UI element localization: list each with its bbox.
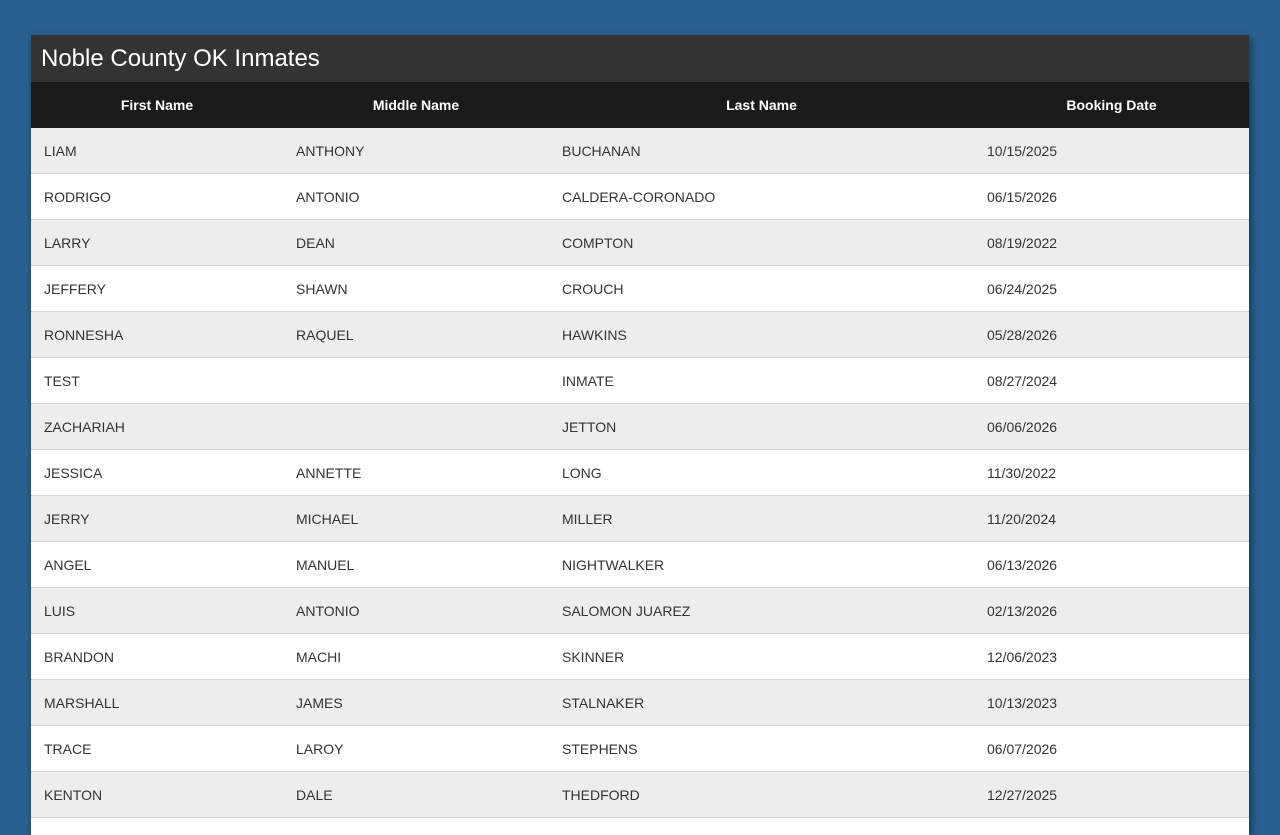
middle-name-cell: MANUEL [283,541,549,588]
table-row[interactable]: RONNESHA RAQUEL HAWKINS 05/28/2026 [31,311,1249,358]
middle-name-cell: ANTONIO [283,587,549,634]
table-row[interactable]: LIAM ANTHONY BUCHANAN 10/15/2025 [31,128,1249,174]
middle-name-cell: MICHAEL [283,495,549,542]
middle-name-cell: DALE [283,771,549,818]
middle-name-cell: ANTHONY [283,128,549,174]
first-name-cell: BRANDON [31,633,283,680]
first-name-cell: TRACE [31,725,283,772]
table-row[interactable]: JERRY MICHAEL MILLER 11/20/2024 [31,495,1249,542]
booking-date-cell: 11/20/2024 [974,495,1249,542]
inmates-panel: Noble County OK Inmates First Name Middl… [31,35,1249,835]
table-row[interactable]: ANGEL MANUEL NIGHTWALKER 06/13/2026 [31,541,1249,588]
first-name-cell: ZACHARIAH [31,403,283,450]
booking-date-cell: 12/27/2025 [974,771,1249,818]
last-name-cell: COMPTON [549,219,974,266]
table-row[interactable]: LUIS ANTONIO SALOMON JUAREZ 02/13/2026 [31,587,1249,634]
last-name-cell: INMATE [549,357,974,404]
table-row[interactable]: MARSHALL JAMES STALNAKER 10/13/2023 [31,679,1249,726]
middle-name-cell [283,403,549,450]
middle-name-cell: ANTONIO [283,173,549,220]
table-row[interactable]: BRANDON MACHI SKINNER 12/06/2023 [31,633,1249,680]
booking-date-cell: 10/13/2023 [974,679,1249,726]
table-row[interactable]: RODRIGO ANTONIO CALDERA-CORONADO 06/15/2026 [31,173,1249,220]
middle-name-cell: JAMES [283,679,549,726]
first-name-cell: LIAM [31,128,283,174]
table-row[interactable]: TEST INMATE 08/27/2024 [31,357,1249,404]
booking-date-cell: 06/13/2026 [974,541,1249,588]
booking-date-cell: 11/30/2022 [974,449,1249,496]
column-header-first-name[interactable]: First Name [31,82,283,128]
page-title: Noble County OK Inmates [41,44,320,72]
first-name-cell: JEFFERY [31,265,283,312]
booking-date-cell: 06/15/2026 [974,173,1249,220]
title-bar: Noble County OK Inmates [31,35,1249,82]
middle-name-cell: LAROY [283,725,549,772]
table-row[interactable]: LARRY DEAN COMPTON 08/19/2022 [31,219,1249,266]
table-row[interactable]: KENTON DALE THEDFORD 12/27/2025 [31,771,1249,818]
booking-date-cell: 06/07/2026 [974,725,1249,772]
last-name-cell: THEDFORD [549,771,974,818]
booking-date-cell: 12/06/2023 [974,633,1249,680]
booking-date-cell: 10/15/2025 [974,128,1249,174]
table-row[interactable]: JEFFERY SHAWN CROUCH 06/24/2025 [31,265,1249,312]
booking-date-cell: 02/13/2026 [974,587,1249,634]
last-name-cell: STEPHENS [549,725,974,772]
booking-date-cell: 06/06/2026 [974,403,1249,450]
column-header-booking-date[interactable]: Booking Date [974,82,1249,128]
first-name-cell: KENTON [31,771,283,818]
last-name-cell: CALDERA-CORONADO [549,173,974,220]
table-header-row: First Name Middle Name Last Name Booking… [31,82,1249,128]
middle-name-cell: RAQUEL [283,311,549,358]
booking-date-cell: 08/19/2022 [974,219,1249,266]
table-row[interactable]: JESSICA ANNETTE LONG 11/30/2022 [31,449,1249,496]
last-name-cell: JETTON [549,403,974,450]
last-name-cell: LONG [549,449,974,496]
first-name-cell: MARSHALL [31,679,283,726]
first-name-cell: TEST [31,357,283,404]
middle-name-cell: DEAN [283,219,549,266]
last-name-cell: BUCHANAN [549,128,974,174]
table-row[interactable]: TRACE LAROY STEPHENS 06/07/2026 [31,725,1249,772]
first-name-cell: LARRY [31,219,283,266]
middle-name-cell: ANNETTE [283,449,549,496]
booking-date-cell: 08/27/2024 [974,357,1249,404]
middle-name-cell: SHAWN [283,265,549,312]
first-name-cell: JERRY [31,495,283,542]
first-name-cell: RONNESHA [31,311,283,358]
last-name-cell: CROUCH [549,265,974,312]
table-row[interactable]: ZACHARIAH JETTON 06/06/2026 [31,403,1249,450]
last-name-cell: MILLER [549,495,974,542]
table-body: LIAM ANTHONY BUCHANAN 10/15/2025 RODRIGO ANTO… [31,128,1249,818]
last-name-cell: SALOMON JUAREZ [549,587,974,634]
first-name-cell: RODRIGO [31,173,283,220]
last-name-cell: STALNAKER [549,679,974,726]
middle-name-cell [283,357,549,404]
first-name-cell: LUIS [31,587,283,634]
last-name-cell: HAWKINS [549,311,974,358]
last-name-cell: NIGHTWALKER [549,541,974,588]
first-name-cell: JESSICA [31,449,283,496]
last-name-cell: SKINNER [549,633,974,680]
inmates-table: First Name Middle Name Last Name Booking… [31,82,1249,818]
first-name-cell: ANGEL [31,541,283,588]
column-header-last-name[interactable]: Last Name [549,82,974,128]
booking-date-cell: 05/28/2026 [974,311,1249,358]
booking-date-cell: 06/24/2025 [974,265,1249,312]
column-header-middle-name[interactable]: Middle Name [283,82,549,128]
middle-name-cell: MACHI [283,633,549,680]
